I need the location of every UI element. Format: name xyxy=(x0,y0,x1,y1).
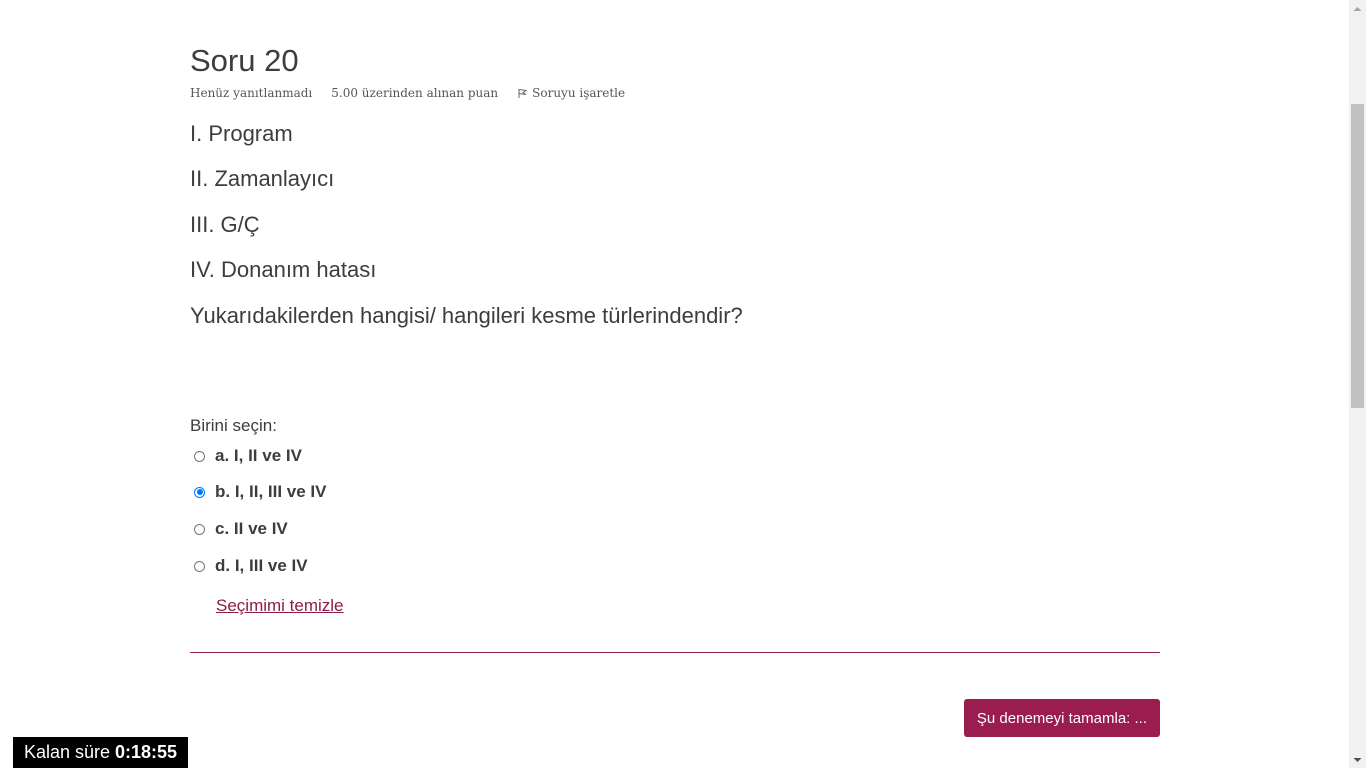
scroll-down-icon[interactable] xyxy=(1349,751,1366,768)
question-line-3: III. G/Ç xyxy=(190,212,260,237)
answer-option-label-c[interactable]: c. II ve IV xyxy=(215,519,288,539)
scrollbar-thumb[interactable] xyxy=(1351,104,1364,408)
finish-attempt-button[interactable]: Şu denemeyi tamamla: ... xyxy=(963,699,1160,737)
radio-button-a[interactable] xyxy=(194,450,205,462)
radio-button-b[interactable] xyxy=(194,486,205,498)
answer-option-a[interactable]: a. I, II ve IV xyxy=(194,446,302,466)
question-grade: 5.00 üzerinden alınan puan xyxy=(331,86,499,100)
question-text: Yukarıdakilerden hangisi/ hangileri kesm… xyxy=(190,303,743,328)
clear-choice-link[interactable]: Seçimimi temizle xyxy=(216,596,344,616)
answer-option-label-b[interactable]: b. I, II, III ve IV xyxy=(215,482,326,502)
question-title: Soru 20 xyxy=(190,43,299,78)
answer-option-b[interactable]: b. I, II, III ve IV xyxy=(194,482,326,502)
question-line-1: I. Program xyxy=(190,121,293,146)
timer: Kalan süre 0:18:55 xyxy=(13,737,188,768)
radio-button-d[interactable] xyxy=(194,560,205,572)
answer-option-c[interactable]: c. II ve IV xyxy=(194,519,288,539)
timer-value: 0:18:55 xyxy=(115,742,178,762)
flag-question-label: Soruyu işaretle xyxy=(532,86,626,100)
timer-label: Kalan süre xyxy=(23,742,110,762)
answer-option-label-d[interactable]: d. I, III ve IV xyxy=(215,556,308,576)
radio-button-c[interactable] xyxy=(194,523,205,535)
vertical-scrollbar[interactable] xyxy=(1349,0,1366,768)
question-line-2: II. Zamanlayıcı xyxy=(190,166,335,191)
question-state: Henüz yanıtlanmadı xyxy=(190,86,313,100)
flag-question-button[interactable]: Soruyu işaretle xyxy=(518,86,625,100)
answer-option-label-a[interactable]: a. I, II ve IV xyxy=(215,446,302,466)
flag-icon xyxy=(518,89,528,98)
divider xyxy=(190,652,1160,653)
question-info: Henüz yanıtlanmadı 5.00 üzerinden alınan… xyxy=(190,86,625,100)
scroll-up-icon[interactable] xyxy=(1349,0,1366,17)
answer-option-d[interactable]: d. I, III ve IV xyxy=(194,556,308,576)
answer-prompt: Birini seçin: xyxy=(190,416,277,435)
question-line-4: IV. Donanım hatası xyxy=(190,257,377,282)
